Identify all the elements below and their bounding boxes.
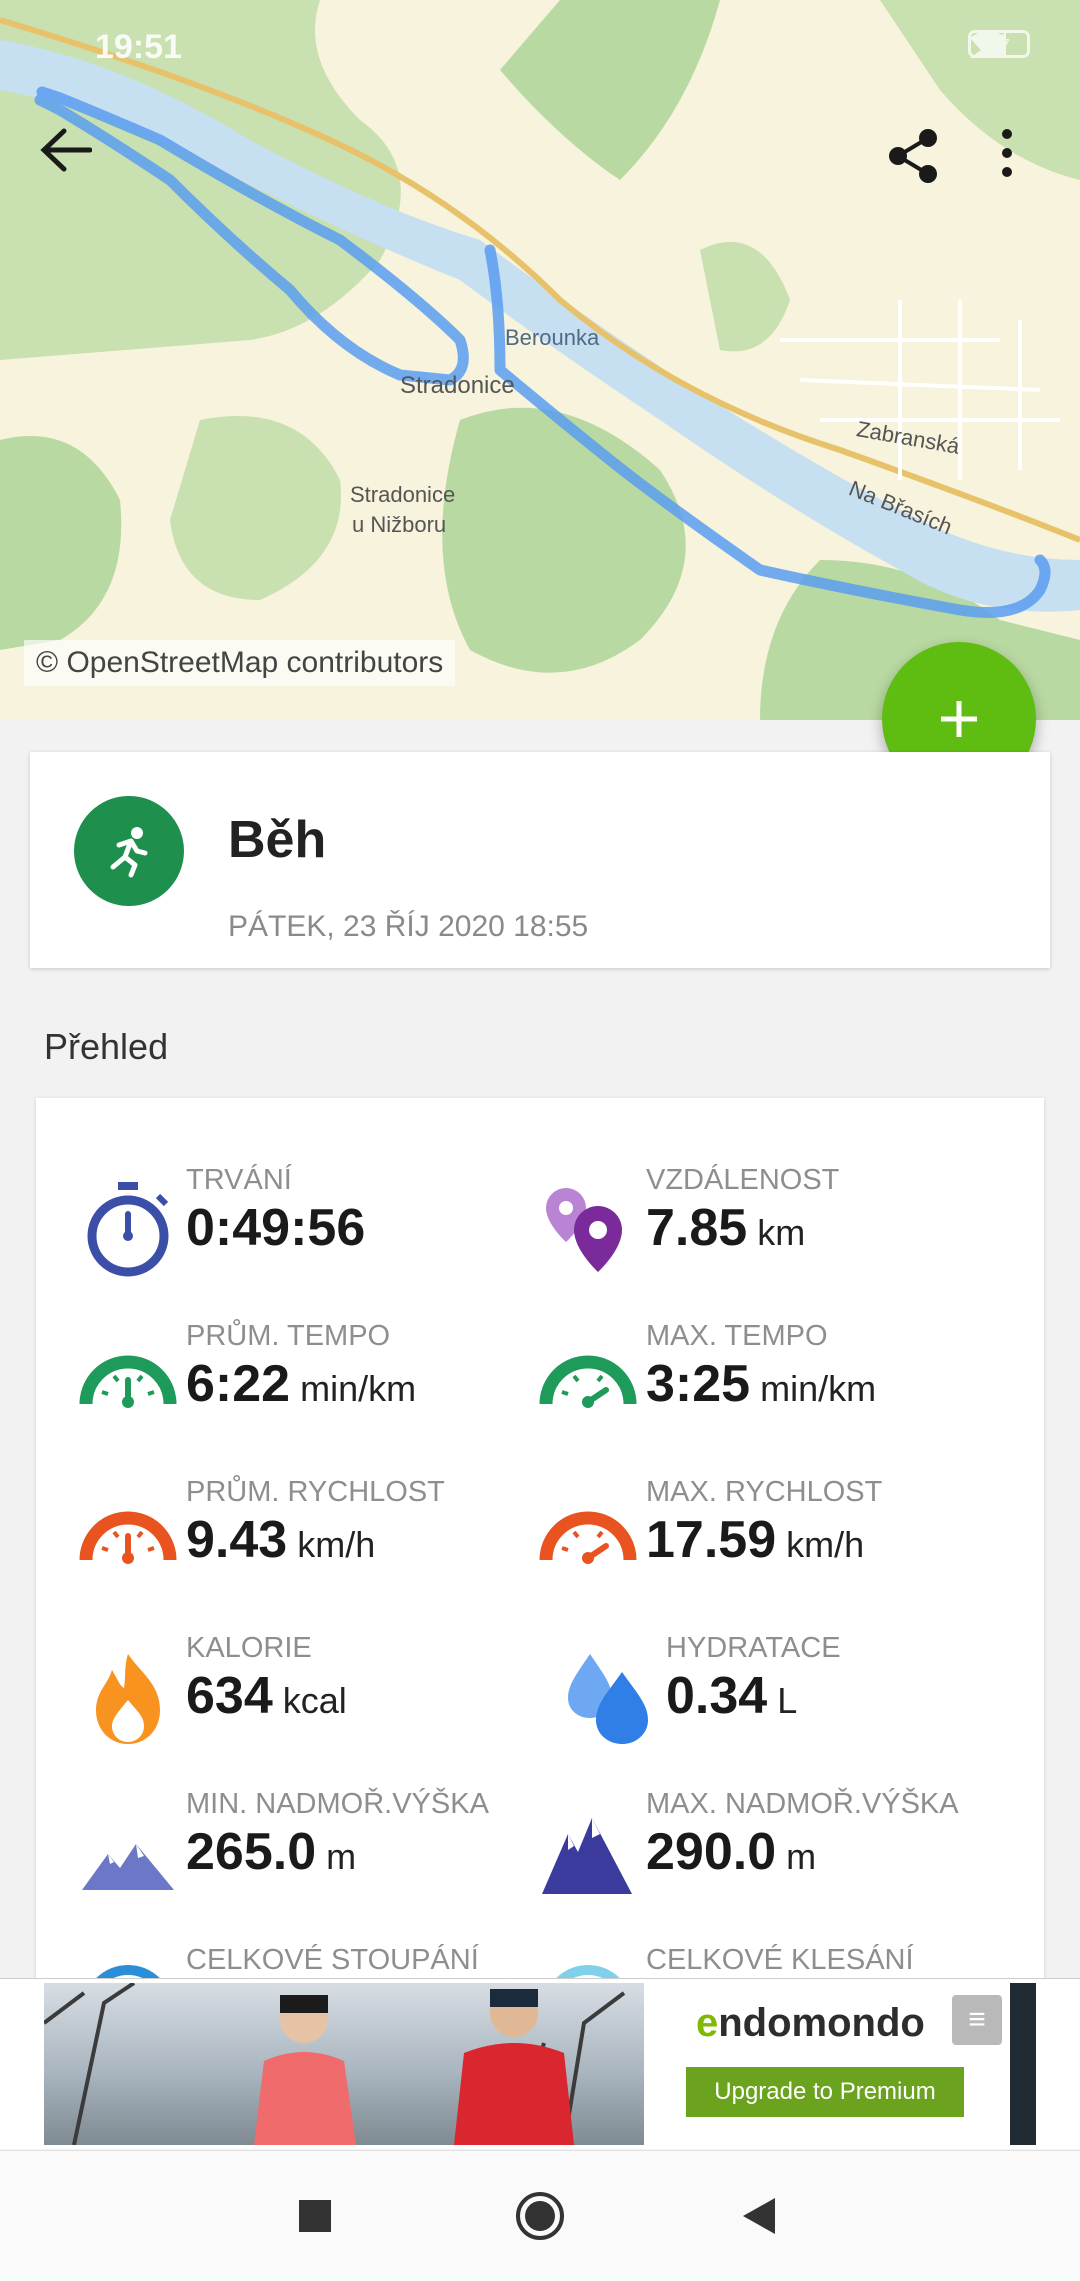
stat-label: HYDRATACE	[666, 1632, 841, 1664]
gauge-green-icon	[79, 1355, 177, 1408]
gauge-red-icon	[79, 1511, 177, 1564]
stat-value: 265.0 m	[186, 1822, 356, 1882]
location-pins-icon	[546, 1188, 622, 1272]
ad-image	[44, 1983, 644, 2145]
stat-label: TRVÁNÍ	[186, 1164, 292, 1196]
activity-card[interactable]: Běh PÁTEK, 23 ŘÍJ 2020 18:55	[30, 752, 1050, 968]
stat-value: 0.34 L	[666, 1666, 797, 1726]
map-label-town: Stradonice	[400, 372, 515, 399]
stat-value: 0:49:56	[186, 1198, 375, 1258]
stat-value: 17.59 km/h	[646, 1510, 864, 1570]
runners-photo-icon	[44, 1983, 626, 2145]
ad-cta-panel[interactable]: endomondo ≡ Upgrade to Premium	[644, 1983, 1036, 2145]
activity-date: PÁTEK, 23 ŘÍJ 2020 18:55	[228, 910, 589, 943]
stat-unit: km	[757, 1212, 806, 1253]
square-icon	[299, 2200, 331, 2232]
more-options-button[interactable]	[1000, 128, 1060, 204]
system-nav-bar	[0, 2150, 1080, 2281]
stat-number: 6:22	[186, 1355, 291, 1413]
stat-value: 6:22 min/km	[186, 1354, 416, 1414]
stat-label: MAX. RYCHLOST	[646, 1476, 883, 1508]
stat-unit: min/km	[760, 1368, 877, 1409]
stat-number: 17.59	[646, 1511, 777, 1569]
stat-label: CELKOVÉ STOUPÁNÍ	[186, 1944, 479, 1976]
stat-number: 634	[186, 1667, 273, 1725]
stat-label: MIN. NADMOŘ.VÝŠKA	[186, 1788, 489, 1820]
gauge-green-max-icon	[539, 1355, 637, 1408]
stat-number: 9.43	[186, 1511, 288, 1569]
status-icons: 77	[968, 30, 1030, 58]
stat-unit: kcal	[282, 1680, 347, 1721]
stat-number: 265.0	[186, 1823, 317, 1881]
home-button[interactable]	[505, 2181, 575, 2251]
wifi-icon	[970, 31, 1006, 58]
endomondo-logo: endomondo	[696, 2001, 925, 2045]
upgrade-button[interactable]: Upgrade to Premium	[686, 2067, 964, 2117]
ad-badge-icon: ≡	[952, 1995, 1002, 2045]
stat-number: 0:49:56	[186, 1199, 366, 1257]
stats-panel: TRVÁNÍ 0:49:56 VZDÁLENOST 7.85 km PRŮM. T…	[36, 1098, 1044, 2098]
stat-label: VZDÁLENOST	[646, 1164, 840, 1196]
stat-value: 634 kcal	[186, 1666, 347, 1726]
stat-unit: m	[326, 1836, 357, 1877]
stat-number: 0.34	[666, 1667, 768, 1725]
stopwatch-icon	[87, 1182, 169, 1277]
stat-value: 9.43 km/h	[186, 1510, 375, 1570]
stat-number: 3:25	[646, 1355, 751, 1413]
share-icon	[889, 129, 937, 183]
stat-value: 7.85 km	[646, 1198, 805, 1258]
map-label-town2-line2: u Nižboru	[352, 512, 447, 537]
stat-label: MAX. TEMPO	[646, 1320, 828, 1352]
stat-unit: km/h	[786, 1524, 865, 1565]
status-time: 19:51	[95, 28, 182, 66]
ad-banner[interactable]: endomondo ≡ Upgrade to Premium	[0, 1978, 1080, 2149]
activity-type-badge	[74, 796, 184, 906]
route-map[interactable]: Berounka Stradonice Stradonice u Nižboru…	[0, 0, 1080, 720]
map-attribution[interactable]: © OpenStreetMap contributors	[24, 640, 456, 686]
back-button[interactable]	[40, 128, 116, 204]
stat-label: PRŮM. TEMPO	[186, 1320, 391, 1352]
nav-back-button[interactable]	[724, 2181, 794, 2251]
share-button[interactable]	[886, 128, 962, 204]
mountain-low-icon	[82, 1844, 174, 1890]
stat-number: 290.0	[646, 1823, 777, 1881]
recents-button[interactable]	[280, 2181, 350, 2251]
section-title-overview: Přehled	[44, 1026, 169, 1067]
map-label-river: Berounka	[505, 325, 600, 350]
plus-icon	[941, 701, 977, 737]
arrow-left-icon	[40, 128, 92, 172]
stat-label: MAX. NADMOŘ.VÝŠKA	[646, 1788, 959, 1820]
circle-icon	[516, 2192, 564, 2240]
stat-unit: L	[777, 1680, 798, 1721]
more-vert-icon	[1002, 129, 1012, 177]
stat-value: 3:25 min/km	[646, 1354, 876, 1414]
gauge-red-max-icon	[539, 1511, 637, 1564]
flame-icon	[96, 1654, 160, 1744]
mountain-high-icon	[542, 1818, 632, 1894]
runner-icon	[110, 827, 148, 878]
map-label-town2-line1: Stradonice	[350, 482, 456, 507]
water-drops-icon	[568, 1654, 648, 1744]
activity-title: Běh	[228, 811, 327, 869]
stat-label: KALORIE	[186, 1632, 312, 1664]
stat-label: PRŮM. RYCHLOST	[186, 1476, 445, 1508]
triangle-back-icon	[743, 2198, 775, 2234]
stat-unit: min/km	[300, 1368, 417, 1409]
stat-number: 7.85	[646, 1199, 748, 1257]
stat-value: 290.0 m	[646, 1822, 816, 1882]
stat-unit: km/h	[297, 1524, 376, 1565]
map-canvas	[0, 0, 1080, 720]
stat-label: CELKOVÉ KLESÁNÍ	[646, 1944, 914, 1976]
stat-unit: m	[786, 1836, 817, 1877]
